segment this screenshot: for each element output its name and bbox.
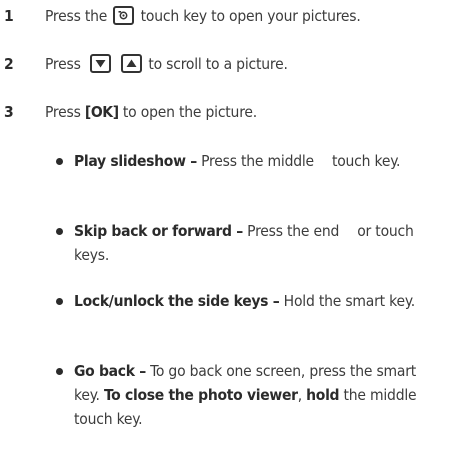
bullet-text: Play slideshow – Press the middle touch k… <box>74 149 440 173</box>
down-arrow-key-icon <box>89 54 111 73</box>
step-1: 1 Press the touch key to open your pictu… <box>0 4 453 28</box>
step-number: 1 <box>4 7 14 25</box>
step-text-after: to open the picture. <box>122 103 257 121</box>
bullet-text: Go back – To go back one screen, press t… <box>74 359 440 431</box>
step-text: Press [OK] to open the picture. <box>45 100 257 124</box>
gallery-key-glyph <box>118 11 128 20</box>
step-text-before: Press <box>45 103 81 121</box>
bullet-dot-icon <box>56 368 63 375</box>
step-text: Press the touch key to open your picture… <box>45 4 361 28</box>
bullet-dot-icon <box>56 228 63 235</box>
bullet-title: Skip back or forward – <box>74 222 243 240</box>
bullet-description: Press the middle <box>201 152 314 170</box>
step-3: 3 Press [OK] to open the picture. <box>0 100 453 124</box>
step-number: 2 <box>4 55 14 73</box>
up-arrow-key-icon <box>121 54 143 73</box>
bullet-description-cont: touch key. <box>331 152 401 170</box>
bullet-title: Play slideshow – <box>74 152 197 170</box>
instruction-page: 1 Press the touch key to open your pictu… <box>0 0 453 458</box>
bullet-description: Press the end <box>247 222 340 240</box>
bullet-dot-icon <box>56 298 63 305</box>
bullet-text: Lock/unlock the side keys – Hold the sma… <box>74 289 440 313</box>
step-text-after: to scroll to a picture. <box>148 55 288 73</box>
gallery-key-icon <box>113 6 135 25</box>
step-number: 3 <box>4 103 14 121</box>
bullet-emphasis-hold: hold <box>306 386 340 404</box>
bullet-emphasis: To close the photo viewer <box>104 386 298 404</box>
step-text: Press to scroll to a picture. <box>45 52 288 76</box>
up-arrow-glyph <box>126 59 137 67</box>
step-text-before: Press <box>45 55 81 73</box>
bullet-comma: , <box>297 386 302 404</box>
bullet-title: Go back – <box>74 362 146 380</box>
step-text-before: Press the <box>45 7 108 25</box>
bullet-dot-icon <box>56 158 63 165</box>
bullet-title: Lock/unlock the side keys – <box>74 292 280 310</box>
ok-key-label: [OK] <box>84 103 119 121</box>
bullet-text: Skip back or forward – Press the end or t… <box>74 219 440 267</box>
step-2: 2 Press to scroll to a picture. <box>0 52 453 76</box>
bullet-description: Hold the smart key. <box>283 292 415 310</box>
down-arrow-glyph <box>95 60 106 68</box>
step-text-after: touch key to open your pictures. <box>140 7 361 25</box>
